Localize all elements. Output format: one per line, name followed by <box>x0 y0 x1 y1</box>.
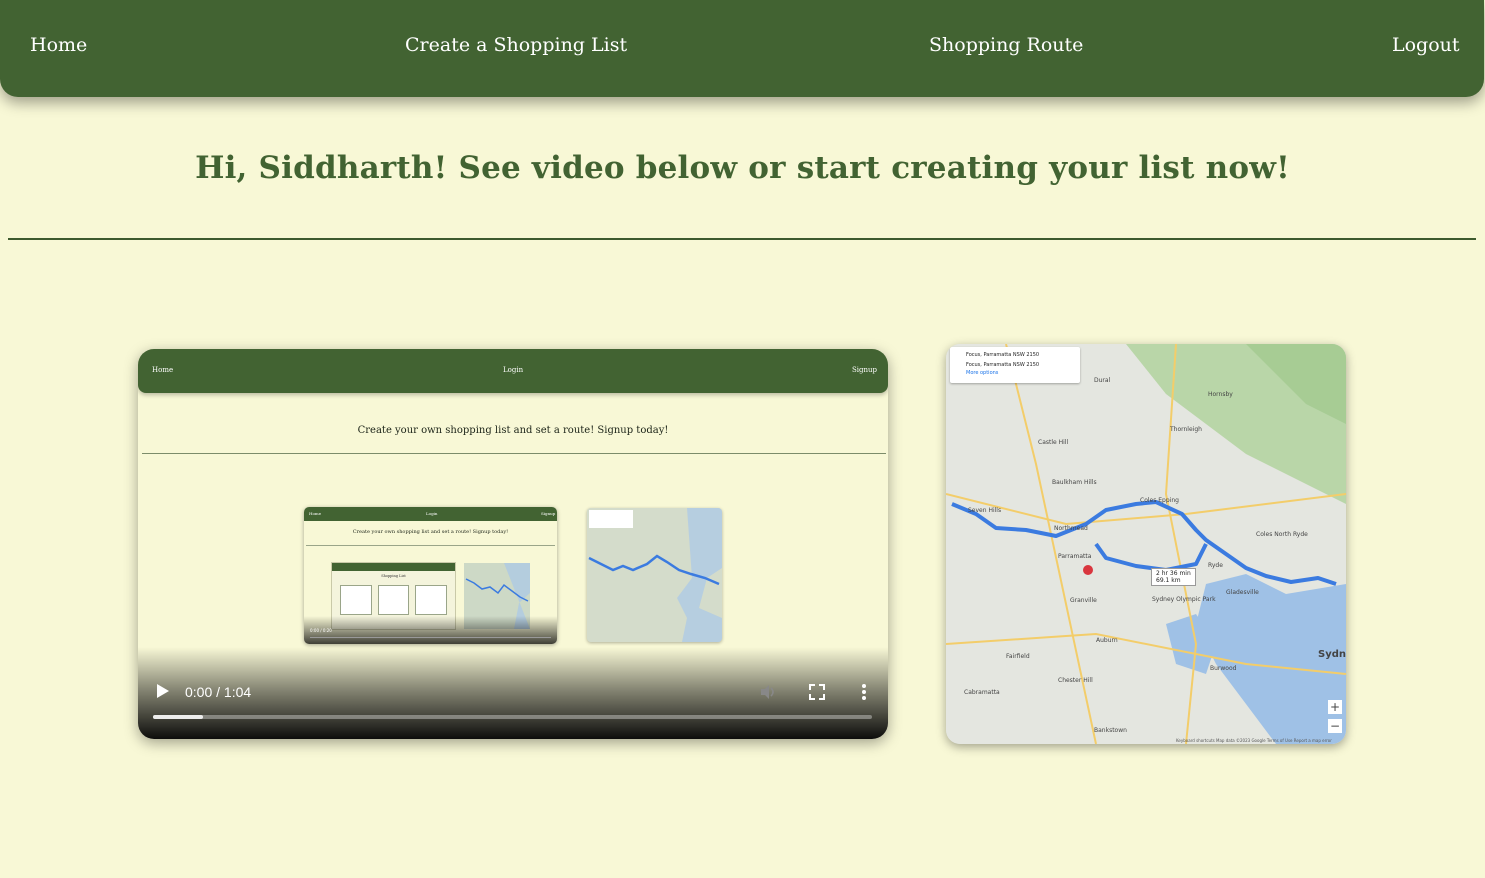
map-duration: 2 hr 36 min <box>1156 570 1191 577</box>
map-label: Northmead <box>1054 525 1088 532</box>
inner-video-controls: 0:00 / 0:20 <box>304 616 557 644</box>
video-time: 0:00 / 1:04 <box>185 684 252 700</box>
map-label: Parramatta <box>1058 553 1092 560</box>
map-label: Bankstown <box>1094 727 1127 734</box>
map-label: Burwood <box>1210 665 1237 672</box>
video-frame-inner-video: Home Login Signup Create your own shoppi… <box>304 507 557 644</box>
fullscreen-icon[interactable] <box>809 684 825 700</box>
video-frame-heading: Create your own shopping list and set a … <box>357 425 669 436</box>
navbar: Home Create a Shopping List Shopping Rou… <box>0 0 1484 97</box>
map-label: Granville <box>1070 597 1097 604</box>
map-label: Thornleigh <box>1170 426 1202 433</box>
map-label: Chester Hill <box>1058 677 1093 684</box>
nav-logout-link[interactable]: Logout <box>1392 34 1460 56</box>
map-label: Dural <box>1094 377 1111 384</box>
video-frame-home: Home <box>152 366 174 374</box>
nav-shopping-route-link[interactable]: Shopping Route <box>929 34 1083 56</box>
map-label: Gladesville <box>1226 589 1259 596</box>
divider <box>8 238 1476 240</box>
map-footer: Keyboard shortcuts Map data ©2023 Google… <box>1176 738 1332 743</box>
map-label: Auburn <box>1096 637 1118 644</box>
tutorial-video[interactable]: Home Login Signup Create your own shoppi… <box>138 349 888 739</box>
map-destination: Focus, Parramatta NSW 2150 <box>966 362 1040 368</box>
play-icon[interactable] <box>156 683 170 699</box>
inner-video-divider <box>306 545 555 546</box>
video-frame-navbar: Home Login Signup <box>138 349 888 393</box>
nav-create-list-link[interactable]: Create a Shopping List <box>405 34 627 56</box>
inner-video-heading: Create your own shopping list and set a … <box>352 529 509 535</box>
map-label: Fairfield <box>1006 653 1030 660</box>
video-frame-login: Login <box>503 366 524 374</box>
page-heading: Hi, Siddharth! See video below or start … <box>195 150 1290 186</box>
map-label: Coles Epping <box>1140 497 1179 504</box>
map-zoom-in-icon[interactable]: + <box>1328 700 1342 714</box>
video-frame-map <box>587 508 722 642</box>
map-zoom-out-icon[interactable]: − <box>1328 719 1342 733</box>
video-progress-bar[interactable] <box>153 715 872 719</box>
inner-video-card-title: Shopping List <box>381 574 406 578</box>
inner-video-navbar: Home Login Signup <box>304 507 557 521</box>
map-distance: 69.1 km <box>1156 577 1181 584</box>
map-label: Sydney Olympic Park <box>1152 596 1216 603</box>
route-map: Focus, Parramatta NSW 2150 Focus, Parram… <box>946 344 1346 744</box>
more-options-icon[interactable] <box>856 683 872 701</box>
inner-video-login: Login <box>426 511 438 516</box>
inner-video-signup: Signup <box>541 511 556 516</box>
map-label: Castle Hill <box>1038 439 1069 446</box>
map-more-options: More options <box>966 370 999 376</box>
video-frame-signup: Signup <box>852 366 878 374</box>
map-directions-box: Focus, Parramatta NSW 2150 Focus, Parram… <box>950 347 1080 383</box>
map-route-duration: 2 hr 36 min 69.1 km <box>1151 568 1196 586</box>
map-label: Ryde <box>1208 562 1223 569</box>
video-frame-divider <box>142 453 886 454</box>
map-label: Cabramatta <box>964 689 1000 696</box>
inner-video-time: 0:00 / 0:20 <box>310 628 332 633</box>
map-label: Coles North Ryde <box>1256 531 1308 538</box>
map-origin: Focus, Parramatta NSW 2150 <box>966 352 1040 358</box>
map-label: Seven Hills <box>968 507 1002 514</box>
map-label: Sydney <box>1318 649 1346 660</box>
video-progress-fill <box>153 715 204 719</box>
nav-home-link[interactable]: Home <box>30 34 87 56</box>
inner-video-home: Home <box>309 511 322 516</box>
volume-icon[interactable] <box>759 683 777 701</box>
video-controls: 0:00 / 1:04 <box>138 647 888 739</box>
map-label: Hornsby <box>1208 391 1233 398</box>
map-label: Baulkham Hills <box>1052 479 1097 486</box>
